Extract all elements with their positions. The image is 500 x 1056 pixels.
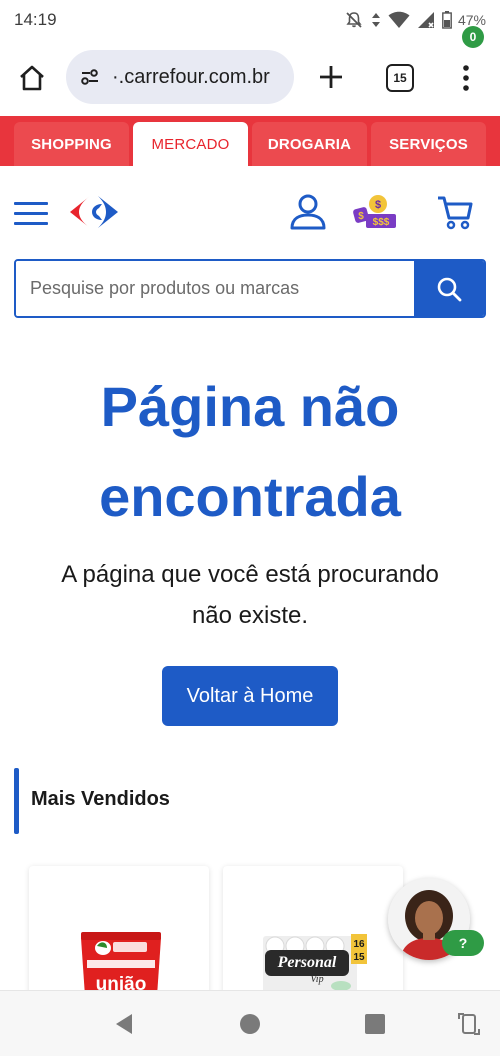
home-icon — [20, 65, 44, 91]
more-menu-icon — [463, 65, 469, 91]
section-accent-bar — [14, 768, 19, 834]
tab-shopping[interactable]: SHOPPING — [14, 122, 129, 166]
tab-servicos[interactable]: SERVIÇOS — [371, 122, 486, 166]
site-settings-icon[interactable] — [78, 65, 102, 89]
battery-icon — [442, 11, 452, 29]
tab-mercado[interactable]: MERCADO — [133, 122, 248, 166]
hamburger-menu-icon[interactable] — [14, 202, 48, 226]
cart-icon[interactable] — [436, 194, 474, 230]
home-button[interactable] — [14, 60, 50, 96]
chat-bubble-text: ? — [458, 935, 468, 951]
product-image[interactable]: Personal Vip 16 15 — [259, 930, 369, 996]
product-image[interactable]: união — [71, 930, 171, 996]
error-message-line2: não existe. — [191, 602, 309, 629]
more-menu-button[interactable] — [456, 60, 476, 96]
wifi-icon — [388, 11, 410, 28]
product-card[interactable]: Personal Vip 16 15 — [223, 866, 403, 996]
cart-count-badge: 0 — [462, 26, 484, 48]
page-title-line1: Página não — [100, 375, 400, 438]
back-home-button[interactable]: Voltar à Home — [162, 666, 338, 726]
signal-icon — [417, 12, 434, 28]
promo-coins-icon[interactable]: $ $ $$$ — [352, 194, 398, 230]
carrefour-logo[interactable] — [68, 194, 120, 230]
status-bar: 14:19 47% — [0, 0, 500, 40]
page-title: Página não encontrada — [0, 362, 500, 542]
page: 14:19 47% ·.carrefour.com.br 15 SHOPPING… — [0, 0, 500, 1056]
category-tabs: SHOPPING MERCADO DROGARIA SERVIÇOS — [0, 116, 500, 166]
tabs-switcher-button[interactable]: 15 — [386, 64, 414, 92]
svg-text:$: $ — [358, 211, 364, 222]
svg-text:$$$: $$$ — [373, 217, 390, 228]
home-nav-icon[interactable] — [237, 1011, 263, 1037]
error-message-line1: A página que você está procurando — [61, 561, 439, 588]
search-icon — [437, 277, 462, 301]
search-button[interactable] — [414, 261, 484, 316]
tab-servicos-label: SERVIÇOS — [389, 135, 468, 153]
site-header: $ $ $$$ — [0, 166, 500, 258]
tab-mercado-label: MERCADO — [151, 135, 230, 153]
search-bar — [14, 259, 486, 318]
chat-help-bubble[interactable]: ? — [442, 930, 484, 956]
product-card[interactable]: união — [29, 866, 209, 996]
recents-nav-icon[interactable] — [362, 1011, 388, 1037]
tab-count: 15 — [393, 71, 407, 85]
svg-text:$: $ — [375, 199, 381, 211]
rotate-icon[interactable] — [456, 1011, 482, 1037]
new-tab-button[interactable] — [314, 60, 348, 94]
product-brand-text: Personal — [277, 954, 337, 971]
tab-shopping-label: SHOPPING — [31, 135, 112, 153]
page-title-line2: encontrada — [99, 465, 401, 528]
browser-toolbar: ·.carrefour.com.br 15 — [0, 40, 500, 114]
url-text[interactable]: ·.carrefour.com.br — [112, 66, 270, 89]
cart-count: 0 — [469, 30, 477, 44]
section-title: Mais Vendidos — [31, 788, 170, 810]
tab-drogaria[interactable]: DROGARIA — [252, 122, 367, 166]
search-input[interactable] — [16, 261, 414, 316]
tab-drogaria-label: DROGARIA — [267, 135, 352, 153]
product-pack-bottom: 15 — [353, 952, 365, 963]
back-nav-icon[interactable] — [112, 1011, 138, 1037]
new-tab-icon — [320, 66, 342, 88]
mute-icon — [346, 12, 362, 28]
status-icons: 47% — [344, 10, 486, 30]
product-pack-top: 16 — [353, 939, 365, 950]
user-icon[interactable] — [288, 192, 328, 232]
data-arrows-icon — [371, 13, 380, 27]
back-home-label: Voltar à Home — [186, 684, 314, 707]
product-brand-sub: Vip — [310, 974, 323, 985]
url-bar[interactable]: ·.carrefour.com.br — [66, 50, 294, 104]
status-time: 14:19 — [14, 10, 57, 29]
system-nav-bar — [0, 990, 500, 1056]
error-message: A página que você está procurando não ex… — [20, 554, 480, 636]
